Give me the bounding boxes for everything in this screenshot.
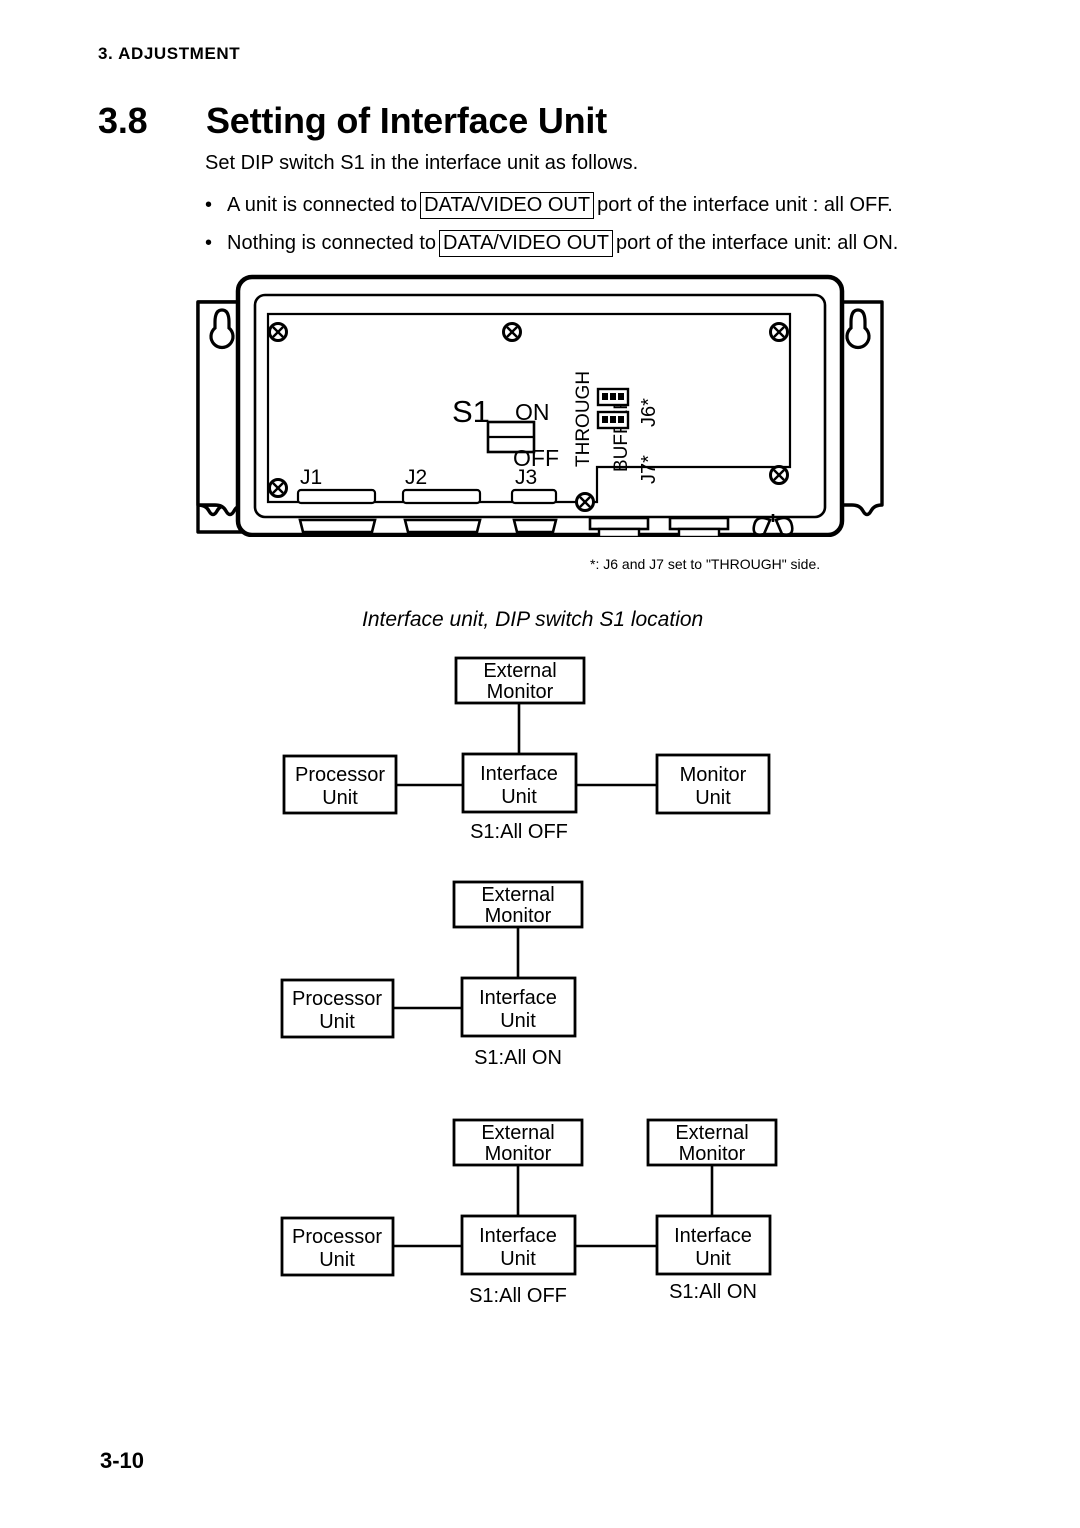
box-label-line1: External: [675, 1122, 748, 1144]
dip-switch-on-label: ON: [515, 399, 550, 425]
box-label-line1: Interface: [479, 1225, 557, 1247]
page-title: 3.8 Setting of Interface Unit: [98, 100, 978, 142]
box-interface-unit-a: Interface Unit: [460, 1214, 577, 1276]
connector-j3-body: [510, 488, 558, 505]
port-label-data-video-out: DATA/VIDEO OUT: [439, 230, 613, 257]
box-label-line1: Processor: [292, 1226, 382, 1248]
box-label-line1: Interface: [674, 1225, 752, 1247]
box-label-line2: Monitor: [485, 1143, 552, 1165]
running-head: 3. ADJUSTMENT: [98, 44, 241, 63]
box-processor-unit: Processor Unit: [280, 1216, 395, 1277]
jumper-through-label: THROUGH: [573, 371, 594, 467]
figure-caption: Interface unit, DIP switch S1 location: [362, 608, 704, 631]
box-label-line2: Monitor: [679, 1143, 746, 1165]
box-label-line2: Unit: [695, 787, 731, 809]
box-label-line1: External: [481, 1122, 554, 1144]
connector-j1-body: [296, 488, 377, 505]
box-label-line2: Unit: [322, 787, 358, 809]
diagram-caption: S1:All OFF: [470, 821, 568, 843]
bullet-text-after: port of the interface unit: all ON.: [615, 232, 899, 254]
intro-text: Set DIP switch S1 in the interface unit …: [205, 152, 639, 174]
keyhole-slot-left: [209, 308, 235, 350]
cable-gland-left: [588, 516, 650, 537]
bullet-text-before: A unit is connected to: [227, 194, 418, 216]
box-external-monitor-b: External Monitor: [646, 1118, 778, 1167]
diagram-all-off: External Monitor Processor Unit Interfac…: [270, 648, 790, 848]
box-label-line2: Monitor: [485, 905, 552, 927]
box-label-line2: Monitor: [487, 681, 554, 703]
box-external-monitor-a: External Monitor: [452, 1118, 584, 1167]
diagram-all-on: External Monitor Processor Unit Interfac…: [270, 870, 790, 1075]
drawing-footnote: *: J6 and J7 set to "THROUGH" side.: [590, 556, 821, 572]
jumper-block-j6[interactable]: [596, 387, 630, 407]
box-processor-unit: Processor Unit: [282, 754, 398, 815]
bullet-item-all-on: • Nothing is connected to DATA/VIDEO OUT…: [205, 230, 898, 257]
box-label-line1: Monitor: [680, 764, 747, 786]
section-number: 3.8: [98, 100, 148, 141]
jumper-buffer-label: BUFFER: [611, 396, 632, 472]
screw-icon: [268, 322, 288, 342]
box-label-line2: Unit: [500, 1010, 536, 1032]
connector-j2-body: [401, 488, 482, 505]
box-monitor-unit: Monitor Unit: [655, 753, 771, 815]
box-label-line1: External: [481, 884, 554, 906]
bullet-marker: •: [205, 232, 213, 254]
diagram-dual-interface: External Monitor External Monitor Proces…: [270, 1108, 790, 1313]
jumper-j6-label: J6*: [638, 398, 660, 427]
box-label-line1: Processor: [295, 764, 385, 786]
screw-icon: [769, 322, 789, 342]
box-label-line1: External: [483, 660, 556, 682]
connector-shell-j3: [512, 518, 558, 534]
bullet-item-all-off: • A unit is connected to DATA/VIDEO OUT …: [205, 192, 893, 219]
screw-icon: [502, 322, 522, 342]
box-interface-unit: Interface Unit: [460, 976, 577, 1038]
screw-icon: [769, 465, 789, 485]
section-title: Setting of Interface Unit: [206, 100, 608, 141]
box-interface-unit: Interface Unit: [461, 752, 578, 814]
box-interface-unit-b: Interface Unit: [655, 1214, 772, 1276]
jumper-block-j7[interactable]: [596, 410, 630, 430]
diagram-caption: S1:All ON: [474, 1047, 562, 1069]
page-number: 3-10: [100, 1448, 145, 1473]
box-label-line1: Interface: [479, 987, 557, 1009]
screw-icon: [268, 478, 288, 498]
bullet-text-before: Nothing is connected to: [227, 232, 437, 254]
box-label-line2: Unit: [319, 1011, 355, 1033]
box-external-monitor: External Monitor: [452, 880, 584, 929]
dip-switch-s1-label: S1: [452, 394, 490, 429]
diagram-caption-b: S1:All ON: [669, 1281, 757, 1303]
box-label-line2: Unit: [695, 1248, 731, 1270]
connector-shell-j2: [403, 518, 482, 534]
cable-gland-right: [668, 516, 730, 537]
box-external-monitor: External Monitor: [454, 656, 586, 705]
connector-j3-label: J3: [515, 466, 537, 489]
connector-j1-label: J1: [300, 466, 322, 489]
jumper-j7-label: J7*: [638, 455, 660, 484]
box-label-line1: Processor: [292, 988, 382, 1010]
keyhole-slot-right: [845, 308, 871, 350]
bullet-text-after: port of the interface unit : all OFF.: [597, 194, 893, 216]
connector-shell-j1: [298, 518, 377, 534]
box-label-line2: Unit: [319, 1249, 355, 1271]
screw-icon: [575, 492, 595, 512]
connector-j2-label: J2: [405, 466, 427, 489]
box-processor-unit: Processor Unit: [280, 978, 395, 1039]
box-label-line1: Interface: [480, 763, 558, 785]
interface-unit-drawing: S1 ON OFF THROUGH BUFFER J6* J7* J1 J2 J…: [190, 262, 890, 537]
box-label-line2: Unit: [501, 786, 537, 808]
diagram-caption-a: S1:All OFF: [469, 1285, 567, 1307]
port-label-data-video-out: DATA/VIDEO OUT: [420, 192, 595, 219]
box-label-line2: Unit: [500, 1248, 536, 1270]
bullet-marker: •: [205, 194, 213, 216]
